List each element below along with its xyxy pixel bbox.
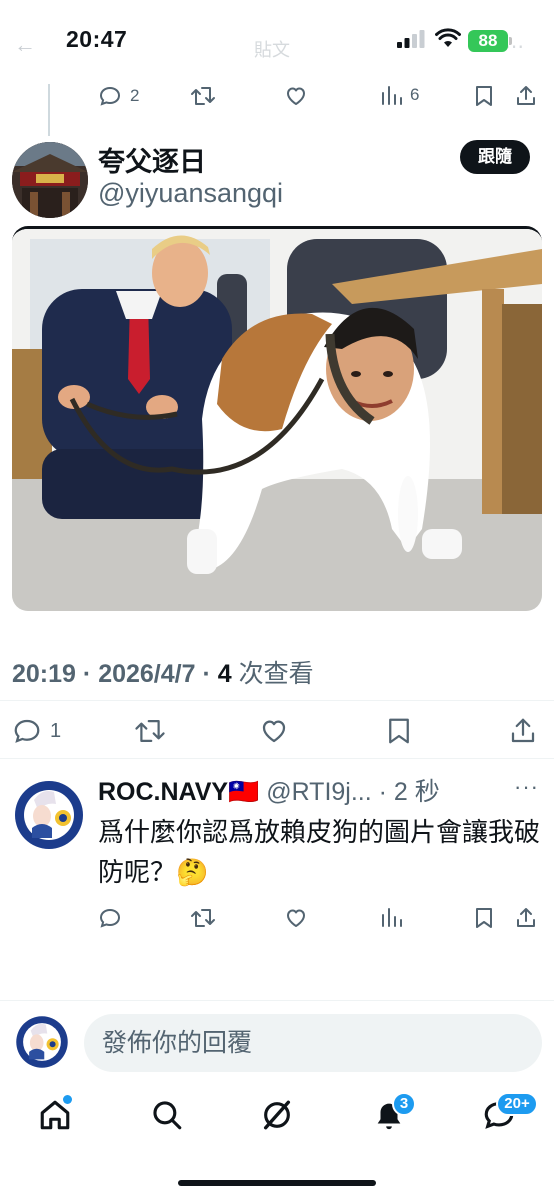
tweet-date: 2026/4/7 xyxy=(98,660,196,688)
reply-views-button[interactable] xyxy=(380,906,402,928)
author-handle[interactable]: @yiyuansangqi xyxy=(98,178,283,209)
back-icon[interactable]: ← xyxy=(14,32,36,58)
like-icon xyxy=(287,909,305,927)
share-icon xyxy=(517,86,535,105)
thread-line xyxy=(48,84,50,136)
reply-avatar[interactable] xyxy=(12,778,86,852)
reply-share-button[interactable] xyxy=(514,906,538,930)
parent-bookmark-button[interactable] xyxy=(472,84,496,108)
status-time: 20:47 xyxy=(66,26,128,52)
reply-icon xyxy=(99,86,121,106)
battery-indicator: 88 xyxy=(468,30,508,52)
notifications-badge: 3 xyxy=(392,1092,416,1116)
views-icon xyxy=(382,86,402,105)
reply-author-name[interactable]: ROC.NAVY xyxy=(98,778,228,806)
home-indicator xyxy=(178,1180,376,1186)
signal-icon xyxy=(397,30,425,53)
bookmark-icon xyxy=(476,908,492,928)
reply-author-handle[interactable]: @RTI9j... xyxy=(266,778,372,806)
nav-home[interactable] xyxy=(38,1095,72,1137)
views-icon xyxy=(382,908,402,927)
reply-icon xyxy=(14,719,40,743)
parent-reply-button[interactable]: 2 xyxy=(98,84,139,108)
bookmark-button[interactable] xyxy=(384,716,414,746)
views-label[interactable]: 次查看 xyxy=(239,660,314,688)
taiwan-flag-icon: 🇹🇼 xyxy=(228,778,260,806)
meta-separator: · xyxy=(371,778,394,806)
messages-badge: 20+ xyxy=(496,1092,538,1116)
like-button[interactable] xyxy=(259,716,289,746)
author-name[interactable]: 夸父逐日 xyxy=(98,140,206,179)
reply-more-icon[interactable]: ··· xyxy=(514,774,539,800)
my-avatar[interactable] xyxy=(14,1014,70,1070)
meta-separator: · xyxy=(82,660,99,688)
reply-text: 爲什麼你認爲放賴皮狗的圖片會讓我破防呢？🤔 xyxy=(98,817,541,887)
bookmark-icon xyxy=(476,86,492,106)
grok-icon xyxy=(263,1100,291,1130)
nav-grok[interactable] xyxy=(260,1098,294,1137)
divider xyxy=(0,758,554,759)
share-icon xyxy=(511,718,535,743)
retweet-icon xyxy=(191,909,215,927)
like-icon xyxy=(262,720,286,743)
retweet-button[interactable] xyxy=(134,716,166,746)
parent-retweet-button[interactable] xyxy=(190,84,216,108)
author-avatar[interactable] xyxy=(12,142,88,218)
share-icon xyxy=(517,908,535,927)
reply-time: 2 秒 xyxy=(393,778,440,806)
battery-tip xyxy=(509,37,512,45)
nav-search[interactable] xyxy=(150,1098,184,1137)
search-icon xyxy=(153,1101,182,1130)
divider xyxy=(0,1000,554,1001)
parent-views-count: 6 xyxy=(410,85,420,104)
parent-reply-count: 2 xyxy=(130,86,140,105)
reply-bookmark-button[interactable] xyxy=(472,906,496,930)
reply-retweet-button[interactable] xyxy=(190,906,216,930)
views-count[interactable]: 4 xyxy=(218,660,232,688)
parent-share-button[interactable] xyxy=(514,84,538,108)
tweet-meta: 20:19 · 2026/4/7 · 4 次查看 xyxy=(12,654,314,690)
reply-compose-input[interactable]: 發佈你的回覆 xyxy=(84,1014,542,1072)
reply-count: 1 xyxy=(50,719,62,742)
parent-views-button[interactable]: 6 xyxy=(380,84,419,106)
bookmark-icon xyxy=(389,718,409,744)
divider xyxy=(0,700,554,701)
tweet-time: 20:19 xyxy=(12,660,76,688)
nav-notifications[interactable]: 3 xyxy=(372,1092,416,1137)
reply-header: ROC.NAVY🇹🇼 @RTI9j... · 2 秒 xyxy=(98,772,440,808)
share-button[interactable] xyxy=(508,716,538,746)
like-icon xyxy=(287,87,305,105)
header-title: 貼文 xyxy=(254,40,290,60)
parent-like-button[interactable] xyxy=(284,84,308,108)
home-unread-dot xyxy=(63,1095,72,1104)
meta-separator: · xyxy=(202,660,218,688)
follow-button[interactable]: 跟隨 xyxy=(460,140,530,174)
reply-icon xyxy=(99,908,121,928)
reply-reply-button[interactable] xyxy=(98,906,122,930)
reply-like-button[interactable] xyxy=(284,906,308,930)
tweet-photo[interactable] xyxy=(12,226,542,611)
wifi-icon xyxy=(435,28,461,53)
retweet-icon xyxy=(135,720,165,742)
nav-messages[interactable]: 20+ xyxy=(482,1092,538,1137)
reply-button[interactable]: 1 xyxy=(12,716,61,746)
retweet-icon xyxy=(191,87,215,105)
